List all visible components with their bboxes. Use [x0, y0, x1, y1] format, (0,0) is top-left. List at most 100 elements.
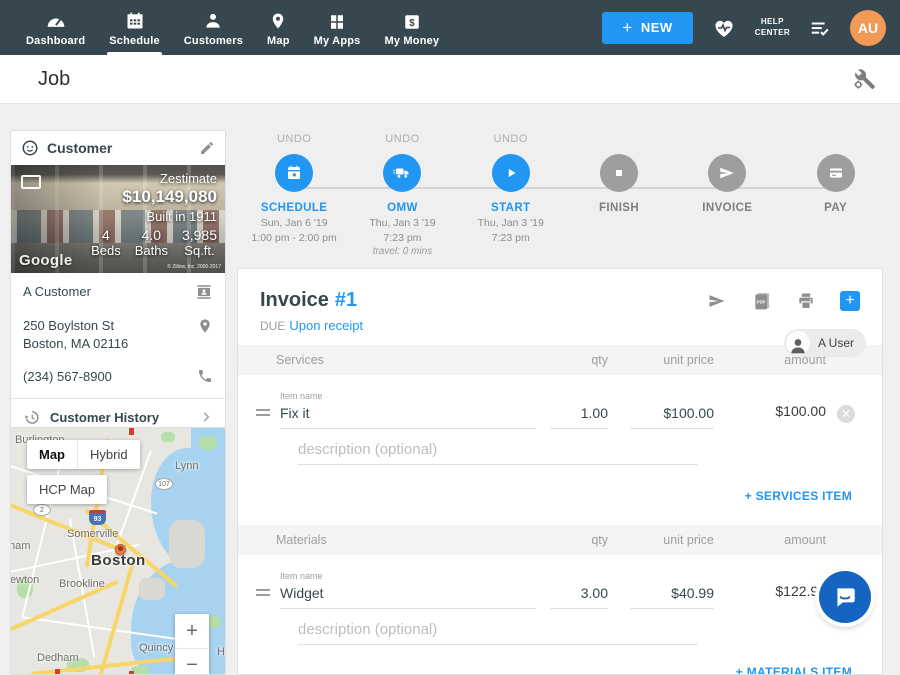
customer-card: Customer Zestimate $10,149,080 Built in … [10, 130, 226, 437]
pay-card-icon[interactable] [817, 154, 855, 192]
finish-stop-icon[interactable] [600, 154, 638, 192]
sqft-value: 3,985 [182, 227, 217, 243]
service-qty-input[interactable] [550, 405, 608, 429]
nav-item-map[interactable]: Map [255, 0, 302, 55]
pdf-icon[interactable]: PDF [752, 291, 772, 311]
chat-bubble-button[interactable] [819, 571, 871, 623]
customers-icon [203, 9, 223, 31]
material-unit-price-input[interactable] [630, 585, 714, 609]
address-line1: 250 Boylston St [23, 318, 114, 333]
nav-items: Dashboard Schedule Customers Map My Apps [14, 0, 451, 55]
omw-truck-icon[interactable] [383, 154, 421, 192]
step-travel: travel: 0 mins [373, 246, 432, 257]
drag-handle-icon[interactable] [256, 586, 280, 609]
help-center-button[interactable]: HELP CENTER [755, 17, 790, 38]
phone-icon[interactable] [197, 368, 213, 384]
material-description-row [238, 609, 882, 645]
route-107-shield: 107 [155, 478, 173, 490]
timeline-step-start: UNDO START Thu, Jan 3 '19 7:23 pm [457, 133, 565, 257]
new-button-label: NEW [641, 20, 673, 35]
step-label: START [491, 202, 530, 214]
service-description-input[interactable] [298, 441, 698, 465]
nav-label: Dashboard [26, 35, 85, 47]
property-photo[interactable]: Zestimate $10,149,080 Built in 1911 4Bed… [11, 165, 225, 273]
tasks-list-icon[interactable] [808, 17, 832, 39]
service-unit-price-input[interactable] [630, 405, 714, 429]
material-item-name-input[interactable] [280, 585, 536, 609]
nav-item-my-apps[interactable]: My Apps [302, 0, 373, 55]
unit-price-column-header: unit price [630, 533, 714, 547]
zestimate-value: $10,149,080 [91, 187, 217, 207]
google-watermark: Google [19, 252, 72, 269]
chat-icon [832, 584, 858, 610]
new-button[interactable]: + NEW [602, 12, 692, 44]
step-date: Thu, Jan 3 '19 [478, 217, 544, 229]
material-description-input[interactable] [298, 621, 698, 645]
map-transit-marker [55, 669, 60, 674]
service-item-name-input[interactable] [280, 405, 536, 429]
edit-pencil-icon[interactable] [199, 140, 215, 156]
map-label-somerville: Somerville [67, 528, 118, 540]
user-avatar[interactable]: AU [850, 10, 886, 46]
invoice-number[interactable]: #1 [335, 289, 357, 311]
nav-label: My Apps [314, 35, 361, 47]
timeline-step-invoice: INVOICE [673, 133, 781, 257]
history-clock-icon [23, 409, 40, 426]
add-materials-item-link[interactable]: + MATERIALS ITEM [736, 665, 852, 675]
add-services-item-link[interactable]: + SERVICES ITEM [745, 489, 852, 503]
nav-item-schedule[interactable]: Schedule [97, 0, 172, 55]
step-time: 7:23 pm [492, 232, 530, 244]
undo-link[interactable]: UNDO [494, 133, 528, 147]
address-line2: Boston, MA 02116 [23, 336, 128, 351]
invoice-send-icon[interactable] [708, 154, 746, 192]
material-qty-input[interactable] [550, 585, 608, 609]
add-invoice-button[interactable]: + [840, 291, 860, 311]
sqft-label: Sq.ft. [182, 243, 217, 258]
nav-item-my-money[interactable]: $ My Money [373, 0, 452, 55]
due-terms-link[interactable]: Upon receipt [289, 318, 363, 333]
schedule-step-icon[interactable] [275, 154, 313, 192]
due-label: DUE [260, 319, 285, 333]
item-name-label: Item name [280, 571, 536, 581]
map-park [207, 616, 221, 628]
map-transit-marker [129, 671, 134, 674]
nav-label: My Money [385, 35, 440, 47]
customer-phone: (234) 567-8900 [23, 368, 197, 386]
map-type-map-button[interactable]: Map [27, 440, 77, 469]
delete-item-icon[interactable]: ✕ [837, 405, 855, 423]
map-zoom-in-button[interactable]: + [175, 614, 209, 648]
amount-column-header: amount [736, 533, 826, 547]
start-play-icon[interactable] [492, 154, 530, 192]
assigned-user-chip[interactable]: A User [784, 329, 866, 357]
map-zoom-out-button[interactable]: − [175, 648, 209, 675]
step-label: PAY [824, 202, 847, 214]
health-heart-icon[interactable] [711, 16, 737, 40]
baths-value: 4.0 [135, 227, 168, 243]
nav-item-customers[interactable]: Customers [172, 0, 255, 55]
zestimate-overlay: Zestimate $10,149,080 Built in 1911 4Bed… [91, 171, 217, 258]
top-navbar: Dashboard Schedule Customers Map My Apps [0, 0, 900, 55]
undo-link[interactable]: UNDO [277, 133, 311, 147]
svg-text:$: $ [409, 17, 415, 28]
location-pin-icon[interactable] [197, 317, 213, 335]
drag-handle-icon[interactable] [256, 406, 280, 429]
send-invoice-icon[interactable] [706, 291, 728, 311]
contact-card-icon[interactable] [195, 283, 213, 301]
invoice-due-row: DUE Upon receipt [260, 318, 866, 333]
print-icon[interactable] [796, 291, 816, 311]
map-label-dedham: Dedham [37, 652, 79, 664]
zillow-copyright: © Zillow, Inc. 2006-2017 [167, 264, 221, 270]
hcp-map-button[interactable]: HCP Map [27, 475, 107, 504]
undo-link[interactable]: UNDO [385, 133, 419, 147]
nav-item-dashboard[interactable]: Dashboard [14, 0, 97, 55]
qty-column-header: qty [550, 533, 608, 547]
map-type-hybrid-button[interactable]: Hybrid [77, 440, 140, 469]
map-transit-marker [129, 428, 134, 435]
map-label-lynn: Lynn [175, 460, 198, 472]
invoice-card: Invoice#1 DUEUpon receipt PDF + A User S… [237, 268, 883, 675]
customer-address-row: 250 Boylston St Boston, MA 02116 [11, 307, 225, 358]
job-tools-icon[interactable] [852, 67, 876, 91]
step-date: Thu, Jan 3 '19 [369, 217, 435, 229]
i93-shield: 93 [89, 510, 106, 525]
timeline-step-pay: PAY [781, 133, 889, 257]
